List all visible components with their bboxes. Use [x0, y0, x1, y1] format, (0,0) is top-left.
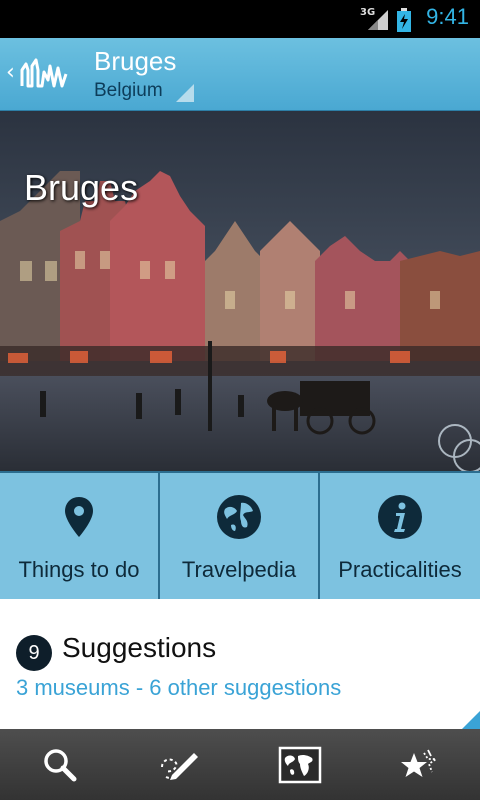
nav-map-button[interactable]	[240, 729, 360, 800]
world-map-icon	[278, 746, 322, 783]
tile-label: Practicalities	[338, 557, 462, 582]
info-icon	[378, 495, 422, 539]
search-icon	[44, 748, 77, 781]
category-tiles: Things to do Travelpedia Practicalities	[0, 471, 480, 599]
globe-icon	[217, 495, 261, 539]
status-bar: 3G 9:41	[0, 0, 480, 38]
corner-triangle-icon	[462, 711, 480, 729]
nav-route-button[interactable]	[120, 729, 240, 800]
page-title: Bruges	[94, 46, 177, 76]
hero-image: Bruges	[0, 111, 480, 471]
app-logo-icon	[20, 58, 68, 88]
status-clock: 9:41	[426, 4, 469, 29]
suggestions-count-badge: 9	[16, 635, 52, 671]
battery-icon	[397, 8, 411, 32]
hero-title: Bruges	[24, 167, 139, 208]
nav-favorites-button[interactable]	[360, 729, 480, 800]
hero-photo	[0, 111, 480, 471]
suggestions-panel[interactable]: 9 Suggestions 3 museums - 6 other sugges…	[0, 599, 480, 729]
back-chevron-icon: ‹	[6, 60, 15, 85]
suggestions-detail: 3 museums - 6 other suggestions	[16, 675, 342, 700]
page-subtitle: Belgium	[94, 80, 163, 101]
tile-travelpedia[interactable]: Travelpedia	[160, 473, 318, 599]
tile-label: Travelpedia	[181, 557, 297, 582]
home-up-button[interactable]: ‹	[0, 38, 80, 110]
favorite-stars-icon	[401, 749, 439, 777]
nav-search-button[interactable]	[0, 729, 120, 800]
suggestions-heading: Suggestions	[62, 632, 217, 663]
tile-label: Things to do	[18, 557, 140, 582]
tile-practicalities[interactable]: Practicalities	[320, 473, 480, 599]
signal-icon	[368, 10, 388, 30]
dropdown-triangle-icon	[176, 84, 194, 102]
tile-things-to-do[interactable]: Things to do	[0, 473, 158, 599]
action-bar: ‹ Bruges Belgium	[0, 38, 480, 111]
map-pin-icon	[65, 497, 93, 537]
location-selector[interactable]: Bruges Belgium	[86, 38, 206, 110]
edit-route-icon	[161, 752, 198, 780]
bottom-navigation	[0, 729, 480, 800]
